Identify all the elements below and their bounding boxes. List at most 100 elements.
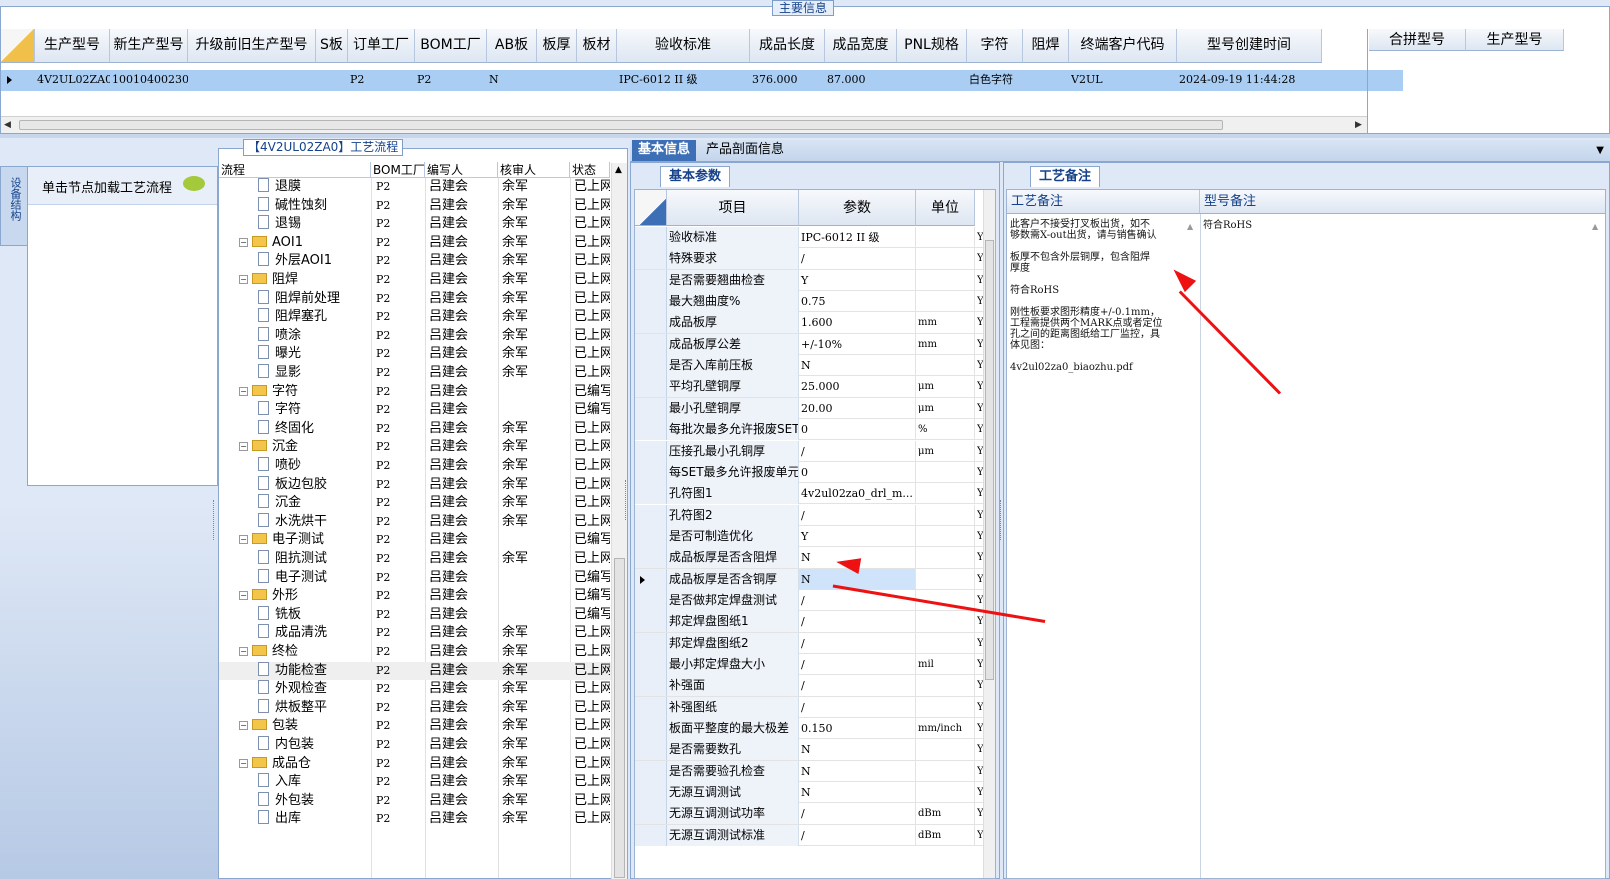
- column-header[interactable]: 订单工厂: [348, 29, 415, 63]
- params-row[interactable]: 孔符图1 4v2ul02za0_drl_m... Y: [635, 483, 984, 505]
- params-row[interactable]: 无源互调测试 N Y: [635, 782, 984, 804]
- params-row-selector[interactable]: [635, 718, 667, 740]
- param-value[interactable]: /: [799, 675, 916, 697]
- process-column-header[interactable]: 编写人: [425, 162, 498, 178]
- process-tree-node[interactable]: 电子测试 P2 吕建会 已编写: [219, 568, 611, 588]
- process-tree-node[interactable]: 字符 P2 吕建会 已编写: [219, 401, 611, 420]
- process-tree-node[interactable]: 功能检查 P2 吕建会 余军 已上网: [219, 661, 611, 681]
- param-value[interactable]: N: [799, 739, 916, 761]
- params-row-selector[interactable]: [635, 483, 667, 505]
- process-tree-node[interactable]: 内包装 P2 吕建会 余军 已上网: [219, 736, 611, 755]
- horizontal-splitter[interactable]: [0, 134, 1610, 138]
- column-header[interactable]: 升级前旧生产型号: [188, 29, 316, 63]
- params-row-selector[interactable]: [635, 248, 667, 270]
- scroll-up-icon[interactable]: ▲: [615, 165, 622, 175]
- main-info-cell[interactable]: P2: [417, 70, 487, 91]
- process-tree-node[interactable]: 喷砂 P2 吕建会 余军 已上网: [219, 457, 611, 476]
- process-tree-node[interactable]: 外包装 P2 吕建会 余军 已上网: [219, 791, 611, 811]
- params-row-selector[interactable]: [635, 312, 667, 334]
- params-row-selector[interactable]: [635, 547, 667, 569]
- main-info-cell[interactable]: 4V2UL02ZA0: [37, 70, 110, 91]
- params-row[interactable]: 成品板厚是否含阻焊 N Y: [635, 547, 984, 569]
- params-column-header[interactable]: 单位: [916, 190, 975, 226]
- params-row-selector[interactable]: [635, 782, 667, 804]
- process-tree-node[interactable]: 终固化 P2 吕建会 余军 已上网: [219, 419, 611, 439]
- params-row[interactable]: 是否需要翘曲检查 Y Y: [635, 269, 984, 291]
- process-tree-node[interactable]: 外观检查 P2 吕建会 余军 已上网: [219, 680, 611, 699]
- params-row[interactable]: 压接孔最小孔铜厚 / μm Y: [635, 440, 984, 462]
- process-tree-node[interactable]: 水洗烘干 P2 吕建会 余军 已上网: [219, 512, 611, 532]
- param-value[interactable]: 0: [799, 461, 916, 483]
- params-row-selector[interactable]: [635, 654, 667, 675]
- process-tree-node[interactable]: 沉金 P2 吕建会 余军 已上网: [219, 494, 611, 513]
- main-horizontal-scrollbar[interactable]: ◀ ▶: [1, 116, 1367, 133]
- params-row[interactable]: 最大翘曲度% 0.75 Y: [635, 291, 984, 313]
- tab-basic-info[interactable]: 基本信息: [632, 140, 697, 161]
- params-row[interactable]: 最小邦定焊盘大小 / mil Y: [635, 654, 984, 676]
- params-row-selector[interactable]: [635, 461, 667, 483]
- param-value[interactable]: N: [799, 782, 916, 804]
- process-tree-node[interactable]: 成品清洗 P2 吕建会 余军 已上网: [219, 624, 611, 643]
- main-info-cell[interactable]: 白色字符: [969, 70, 1023, 91]
- param-value[interactable]: /: [799, 248, 916, 270]
- collapse-icon[interactable]: −: [239, 591, 248, 601]
- params-column-header[interactable]: 参数: [799, 190, 916, 226]
- params-row-selector[interactable]: [635, 269, 667, 291]
- params-row-selector[interactable]: [635, 589, 667, 611]
- column-header[interactable]: 新生产型号: [110, 29, 188, 63]
- process-tree-node[interactable]: − 成品仓 P2 吕建会 余军 已上网: [219, 755, 611, 774]
- process-tree-node[interactable]: − AOI1 P2 吕建会 余军 已上网: [219, 234, 611, 253]
- params-row-selector[interactable]: [635, 397, 667, 419]
- process-column-header[interactable]: BOM工厂: [371, 162, 425, 178]
- main-info-cell[interactable]: 2024-09-19 11:44:28: [1179, 70, 1322, 91]
- params-row-selector[interactable]: [635, 419, 667, 441]
- params-row-selector[interactable]: [635, 739, 667, 761]
- main-info-cell[interactable]: 87.000: [827, 70, 897, 91]
- tab-product-profile[interactable]: 产品剖面信息: [700, 140, 790, 161]
- process-tree-node[interactable]: − 外形 P2 吕建会 已编写: [219, 587, 611, 606]
- params-row-selector[interactable]: [635, 824, 667, 846]
- params-row-selector[interactable]: [635, 525, 667, 547]
- process-tree-node[interactable]: 阻抗测试 P2 吕建会 余军 已上网: [219, 550, 611, 569]
- main-info-cell[interactable]: [539, 70, 577, 91]
- column-header[interactable]: 板厚: [537, 29, 577, 63]
- param-value[interactable]: 20.00: [799, 397, 916, 419]
- params-row[interactable]: 邦定焊盘图纸1/Y: [635, 611, 984, 633]
- collapse-icon[interactable]: −: [239, 647, 248, 656]
- params-row[interactable]: 孔符图2/Y: [635, 504, 984, 526]
- main-info-cell[interactable]: 10010400230197: [112, 70, 188, 91]
- params-row[interactable]: 验收标准 IPC-6012 II 级Y: [635, 227, 984, 249]
- param-value[interactable]: /: [799, 589, 916, 611]
- param-value[interactable]: /: [799, 824, 916, 846]
- process-tree-node[interactable]: 喷涂 P2 吕建会 余军 已上网: [219, 326, 611, 346]
- param-value[interactable]: 25.000: [799, 376, 916, 398]
- middle-splitter-grip[interactable]: [625, 480, 629, 520]
- param-value[interactable]: /: [799, 504, 916, 526]
- collapse-icon[interactable]: −: [239, 721, 248, 731]
- collapse-icon[interactable]: −: [239, 758, 248, 768]
- model-note-scroll-up-icon[interactable]: ▲: [1592, 222, 1598, 231]
- tab-basic-params[interactable]: 基本参数: [660, 166, 730, 187]
- params-row-selector[interactable]: [635, 803, 667, 825]
- process-tree-node[interactable]: 阻焊前处理 P2 吕建会 余军 已上网: [219, 289, 611, 309]
- column-header[interactable]: 板材: [577, 29, 617, 63]
- params-row[interactable]: 最小孔壁铜厚 20.00 μm Y: [635, 397, 984, 420]
- column-header[interactable]: 成品宽度: [825, 29, 897, 63]
- params-row-selector[interactable]: [635, 440, 667, 462]
- process-tree-node[interactable]: − 字符 P2 吕建会 已编写: [219, 383, 611, 402]
- column-header[interactable]: 成品长度: [750, 29, 825, 63]
- process-column-header[interactable]: 流程: [219, 162, 371, 178]
- column-header[interactable]: 阻焊: [1023, 29, 1069, 63]
- scroll-right-icon[interactable]: ▶: [1355, 120, 1362, 130]
- params-row-selector[interactable]: [635, 355, 667, 377]
- param-value[interactable]: 0: [799, 419, 916, 441]
- column-header[interactable]: 字符: [967, 29, 1023, 63]
- tab-process-notes[interactable]: 工艺备注: [1030, 166, 1100, 187]
- param-value[interactable]: 1.600: [799, 312, 916, 334]
- params-row[interactable]: 是否入库前压板 N Y: [635, 355, 984, 377]
- collapse-icon[interactable]: −: [239, 275, 248, 284]
- process-tree-node[interactable]: 退膜 P2 吕建会 余军 已上网: [219, 178, 611, 197]
- params-row[interactable]: 成品板厚 1.600 mm Y: [635, 312, 984, 334]
- params-row-selector[interactable]: [635, 227, 667, 248]
- param-value[interactable]: /: [799, 654, 916, 675]
